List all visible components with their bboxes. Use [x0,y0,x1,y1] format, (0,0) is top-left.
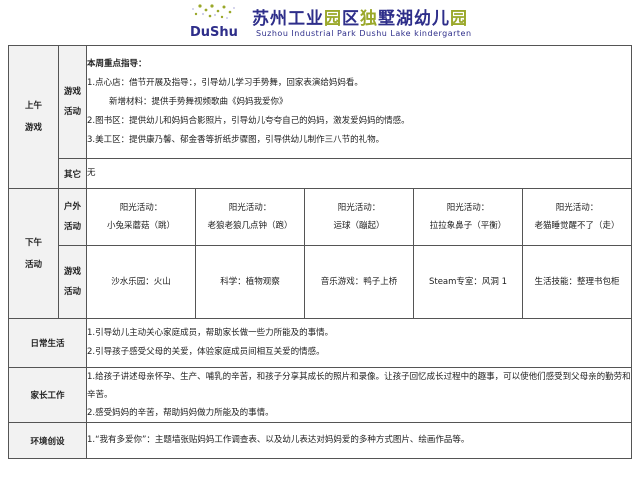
title-segment: 苏州工业 [252,9,324,29]
guidance-line: 2.图书区：提供幼儿和妈妈合影照片，引导幼儿夸夸自己的妈妈，激发爱妈妈的情感。 [87,115,410,126]
game-activity: 沙水乐园：火山 [86,245,196,319]
outdoor-label: 户外 活动 [58,188,87,246]
title-segment: 墅湖幼儿 [378,9,450,29]
afternoon-label: 下午 活动 [8,188,59,319]
morning-game-label: 游戏 活动 [58,45,87,159]
kindergarten-name: 苏州工业园区独墅湖幼儿园 [252,4,468,29]
content-line: 2.感受妈妈的辛苦，帮助妈妈做力所能及的事情。 [87,408,274,418]
game-activity: 生活技能：整理书包柜 [522,245,632,319]
guidance-line: 3.美工区：提供康乃馨、郁金香等折纸步骤图，引导供幼儿制作三八节的礼物。 [87,134,385,145]
label-text: 活动 [63,107,81,117]
outdoor-activity: 阳光活动： 小兔采蘑菇（跳） [86,188,196,246]
label-text: 游戏 [63,267,81,277]
content-line: 1.引导幼儿主动关心家庭成员，帮助家长做一些力所能及的事情。 [87,328,334,338]
afternoon-game-row: 游戏 活动 沙水乐园：火山 科学：植物观察 音乐游戏：鸭子上桥 Steam专室：… [9,245,632,319]
game-activity: 科学：植物观察 [195,245,305,319]
afternoon-outdoor-row: 下午 活动 户外 活动 阳光活动： 小兔采蘑菇（跳） 阳光活动： 老狼老狼几点钟… [8,188,632,319]
environment-label: 环境创设 [8,422,87,459]
parent-work-label: 家长工作 [8,367,87,423]
activity-name: 拉拉象鼻子（平衡） [429,221,507,231]
logo-text: DuShu [190,25,238,40]
activity-title: 阳光活动： [446,203,490,213]
outdoor-activity: 阳光活动： 老狼老狼几点钟（跑） [195,188,305,246]
label-text: 游戏 [63,87,81,97]
guidance-heading: 本周重点指导： [87,58,147,69]
activity-name: 运球（蹦起） [333,221,385,231]
content-line: 2.引导孩子感受父母的关爱，体验家庭成员间相互关爱的情感。 [87,347,325,357]
title-segment: 区 [342,9,360,29]
parent-work-row: 家长工作 1.给孩子讲述母亲怀孕、生产、哺乳的辛苦，和孩子分享其成长的照片和录像… [8,367,632,423]
morning-guidance: 本周重点指导： 1.点心店：借节开展及指导：，引导幼儿学习手势舞，回家表演给妈妈… [86,45,632,159]
activity-name: 老狼老狼几点钟（跑） [207,221,293,231]
label-text: 下午 [24,237,42,248]
title-segment: 园 [324,9,342,29]
outdoor-activity: 阳光活动： 运球（蹦起） [304,188,414,246]
title-segment: 独 [360,9,378,29]
content-line: 1.给孩子讲述母亲怀孕、生产、哺乳的辛苦，和孩子分享其成长的照片和录像。让孩子回… [87,372,631,400]
morning-game-row: 上午 游戏 游戏 活动 本周重点指导： 1.点心店：借节开展及指导：，引导幼儿学… [8,45,632,189]
label-text: 活动 [63,287,81,297]
activity-title: 阳光活动： [228,203,272,213]
other-label: 其它 [58,158,87,189]
other-value: 无 [86,158,632,189]
label-text: 户外 [63,202,81,212]
weekly-plan-table: 上午 游戏 游戏 活动 本周重点指导： 1.点心店：借节开展及指导：，引导幼儿学… [8,45,632,459]
outdoor-activity: 阳光活动： 老猫睡觉醒不了（走） [522,188,632,246]
daily-life-row: 日常生活 1.引导幼儿主动关心家庭成员，帮助家长做一些力所能及的事情。 2.引导… [8,318,632,368]
kindergarten-logo: DuShu [190,4,238,40]
afternoon-game-label: 游戏 活动 [58,245,87,319]
game-activity: 音乐游戏：鸭子上桥 [304,245,414,319]
title-segment: 园 [450,9,468,29]
guidance-line: 1.点心店：借节开展及指导：，引导幼儿学习手势舞，回家表演给妈妈看。 [87,77,363,88]
morning-other-row: 其它 无 [9,158,632,189]
activity-name: 老猫睡觉醒不了（走） [534,221,620,231]
daily-life-label: 日常生活 [8,318,87,368]
environment-content: 1.“我有多爱你”：主题墙张贴妈妈工作调查表、以及幼儿表达对妈妈爱的多种方式图片… [86,422,632,459]
morning-label: 上午 游戏 [8,45,59,189]
page-header: DuShu 苏州工业园区独墅湖幼儿园 Suzhou Industrial Par… [0,0,640,44]
kindergarten-english-name: Suzhou Industrial Park Dushu Lake kinder… [256,29,472,38]
parent-work-content: 1.给孩子讲述母亲怀孕、生产、哺乳的辛苦，和孩子分享其成长的照片和录像。让孩子回… [86,367,632,423]
game-activity: Steam专室：风洞 1 [413,245,523,319]
label-text: 活动 [24,259,42,270]
activity-title: 阳光活动： [555,203,599,213]
label-text: 上午 [24,101,42,111]
outdoor-activity: 阳光活动： 拉拉象鼻子（平衡） [413,188,523,246]
activity-title: 阳光活动： [119,203,163,213]
label-text: 游戏 [24,123,42,133]
activity-title: 阳光活动： [337,203,381,213]
guidance-line: 新增材料：提供手势舞视频歌曲《妈妈我爱你》 [109,96,288,107]
label-text: 活动 [63,222,81,232]
daily-life-content: 1.引导幼儿主动关心家庭成员，帮助家长做一些力所能及的事情。 2.引导孩子感受父… [86,318,632,368]
activity-name: 小兔采蘑菇（跳） [106,221,175,231]
environment-row: 环境创设 1.“我有多爱你”：主题墙张贴妈妈工作调查表、以及幼儿表达对妈妈爱的多… [8,422,632,459]
